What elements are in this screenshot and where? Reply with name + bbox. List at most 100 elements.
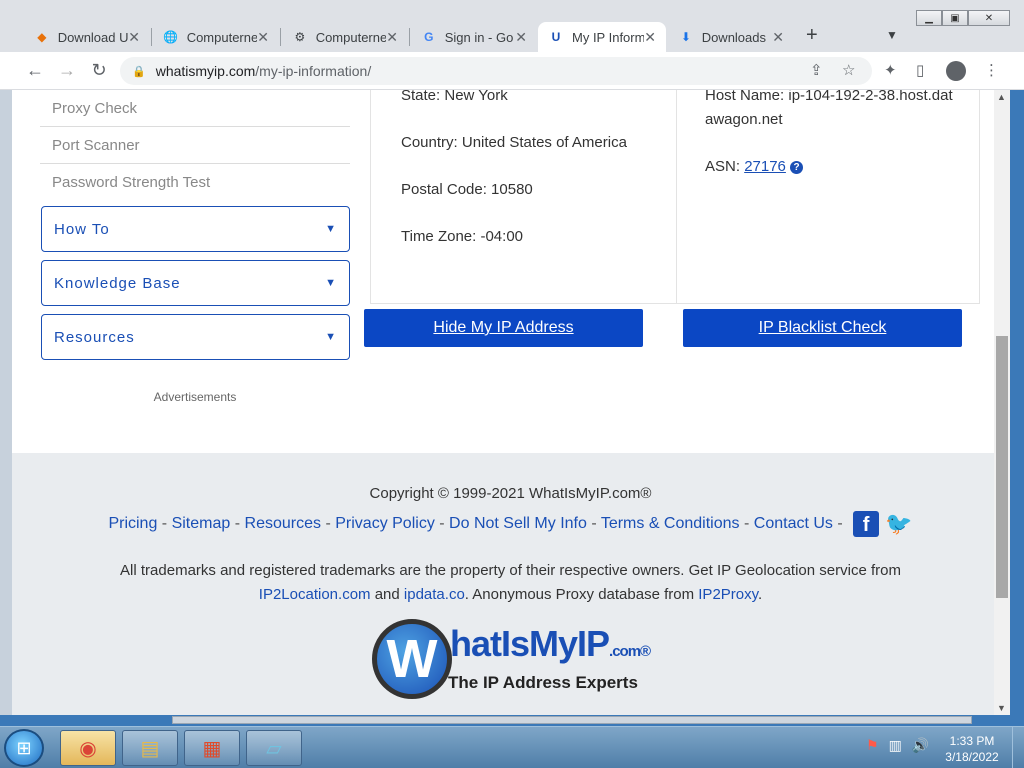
- kebab-menu-icon[interactable]: ⋮: [984, 61, 999, 79]
- legal-text: All trademarks and registered trademarks…: [72, 559, 949, 607]
- download-icon: ⬇: [680, 30, 691, 44]
- tab-title: Computerne: [315, 29, 387, 45]
- footer-link-contact[interactable]: Contact Us: [754, 515, 833, 532]
- sidebar-link-proxy-check[interactable]: Proxy Check: [40, 90, 350, 127]
- footer-link-pricing[interactable]: Pricing: [108, 515, 157, 532]
- advertisements-label: Advertisements: [153, 390, 237, 404]
- tab-download[interactable]: ◆ Download Ul ✕: [24, 22, 150, 52]
- maximize-button[interactable]: ▣: [942, 10, 968, 26]
- twitter-icon[interactable]: 🐦: [885, 511, 912, 537]
- footer-link-do-not-sell[interactable]: Do Not Sell My Info: [449, 515, 587, 532]
- hostname-value: Host Name: ip-104-192-2-38.host.datawago…: [705, 90, 953, 128]
- tab-my-ip-info[interactable]: U My IP Inform ✕: [538, 22, 666, 52]
- ip2proxy-link[interactable]: IP2Proxy: [698, 586, 758, 603]
- question-help-icon[interactable]: ?: [790, 160, 804, 174]
- dropdown-resources[interactable]: Resources ▼: [41, 314, 350, 360]
- address-bar[interactable]: 🔒 whatismyip.com /my-ip-information/ ⇪ ☆: [120, 57, 872, 85]
- taskbar-chrome[interactable]: ◉: [60, 730, 116, 766]
- asn-label: ASN:: [705, 158, 741, 175]
- sidebar-link-password-strength[interactable]: Password Strength Test: [40, 164, 350, 201]
- tab-title: Computerne: [186, 29, 258, 45]
- tab-separator: [280, 28, 281, 46]
- ip2location-link[interactable]: IP2Location.com: [259, 586, 371, 603]
- caret-down-icon: ▼: [325, 277, 337, 289]
- minimize-button[interactable]: ▁: [916, 10, 942, 26]
- lock-icon[interactable]: 🔒: [132, 65, 146, 78]
- sidebar-link-port-scanner[interactable]: Port Scanner: [40, 127, 350, 164]
- reload-icon[interactable]: ↻: [88, 60, 110, 81]
- close-tab-icon[interactable]: ✕: [644, 29, 656, 46]
- facebook-icon[interactable]: f: [853, 511, 880, 537]
- close-tab-icon[interactable]: ✕: [128, 29, 140, 46]
- share-icon[interactable]: ⇪: [810, 61, 823, 79]
- vertical-scrollbar[interactable]: ▲ ▼: [994, 90, 1010, 715]
- scroll-down-arrow-icon[interactable]: ▼: [997, 703, 1006, 713]
- tab-computerne-2[interactable]: ⚙ Computerne ✕: [282, 22, 408, 52]
- legal-middle: . Anonymous Proxy database from: [464, 586, 695, 603]
- scroll-up-arrow-icon[interactable]: ▲: [997, 92, 1006, 102]
- close-window-button[interactable]: ✕: [968, 10, 1010, 26]
- legal-and: and: [374, 586, 400, 603]
- dropdown-label: How To: [54, 220, 110, 238]
- close-tab-icon[interactable]: ✕: [515, 29, 527, 46]
- taskbar-app-3[interactable]: ▦: [184, 730, 240, 766]
- whatismyip-logo[interactable]: W hatIsMyIP.com® The IP Address Experts: [360, 611, 660, 703]
- tab-computerne-1[interactable]: 🌐 Computerne ✕: [153, 22, 279, 52]
- tab-google-signin[interactable]: G Sign in - Go ✕: [411, 22, 537, 52]
- new-tab-button[interactable]: +: [806, 24, 818, 47]
- close-tab-icon[interactable]: ✕: [772, 29, 784, 46]
- footer-links: Pricing - Sitemap - Resources - Privacy …: [108, 511, 913, 537]
- network-icon[interactable]: ▥: [889, 737, 902, 754]
- volume-icon[interactable]: 🔊: [912, 737, 929, 754]
- location-column: State: New York Country: United States o…: [401, 90, 661, 272]
- page-viewport: Proxy Check Port Scanner Password Streng…: [0, 90, 1009, 715]
- back-arrow-icon[interactable]: ←: [24, 60, 46, 81]
- ip-blacklist-check-button[interactable]: IP Blacklist Check: [683, 309, 962, 347]
- notepad-icon: ▱: [266, 737, 282, 760]
- window-controls: ▁ ▣ ✕: [916, 10, 1010, 26]
- asn-link[interactable]: 27176: [744, 158, 786, 175]
- footer-link-resources[interactable]: Resources: [245, 515, 321, 532]
- copyright-text: Copyright © 1999-2021 WhatIsMyIP.com®: [369, 485, 652, 502]
- forward-arrow-icon[interactable]: →: [56, 60, 78, 81]
- side-panel-icon[interactable]: ▯: [916, 61, 924, 79]
- scroll-thumb[interactable]: [996, 336, 1008, 598]
- footer-link-sitemap[interactable]: Sitemap: [172, 515, 231, 532]
- extensions-puzzle-icon[interactable]: ✦: [884, 61, 897, 79]
- ipdata-link[interactable]: ipdata.co: [404, 586, 465, 603]
- legal-prefix: All trademarks and registered trademarks…: [120, 562, 901, 579]
- browser-toolbar: ← → ↻ 🔒 whatismyip.com /my-ip-informatio…: [0, 52, 1024, 90]
- flag-alert-icon[interactable]: ⚑: [866, 737, 879, 754]
- horizontal-scrollbar[interactable]: [172, 716, 972, 724]
- tab-title: My IP Inform: [572, 29, 644, 45]
- footer-link-privacy[interactable]: Privacy Policy: [335, 515, 435, 532]
- taskbar-app-4[interactable]: ▱: [246, 730, 302, 766]
- dropdown-knowledge-base[interactable]: Knowledge Base ▼: [41, 260, 350, 306]
- chrome-icon: ◉: [79, 737, 97, 760]
- tab-search-chevron-icon[interactable]: ▼: [886, 28, 898, 42]
- show-desktop-button[interactable]: [1012, 727, 1024, 768]
- clock-time: 1:33 PM: [949, 734, 995, 748]
- system-clock[interactable]: 1:33 PM 3/18/2022: [944, 733, 1000, 765]
- asn-row: ASN: 27176 ?: [705, 155, 955, 179]
- footer-link-terms[interactable]: Terms & Conditions: [601, 515, 740, 532]
- google-icon: G: [424, 30, 434, 44]
- dropdown-how-to[interactable]: How To ▼: [41, 206, 350, 252]
- close-tab-icon[interactable]: ✕: [386, 29, 398, 46]
- tab-strip: ◆ Download Ul ✕ 🌐 Computerne ✕ ⚙ Compute…: [0, 0, 1024, 52]
- tab-downloads[interactable]: ⬇ Downloads ✕: [668, 22, 794, 52]
- desktop-edge: M: [0, 60, 10, 72]
- column-divider: [676, 90, 677, 304]
- close-tab-icon[interactable]: ✕: [257, 29, 269, 46]
- logo-wordmark: hatIsMyIP.com®: [450, 623, 651, 664]
- state-value: State: New York: [401, 90, 508, 104]
- taskbar-explorer[interactable]: ▤: [122, 730, 178, 766]
- bookmark-star-icon[interactable]: ☆: [842, 61, 855, 79]
- tab-title: Downloads: [701, 29, 767, 45]
- tab-separator: [151, 28, 152, 46]
- globe-icon: 🌐: [163, 30, 179, 44]
- hide-my-ip-button[interactable]: Hide My IP Address: [364, 309, 643, 347]
- legal-end: .: [758, 586, 763, 603]
- start-button[interactable]: ⊞: [4, 729, 44, 767]
- profile-avatar[interactable]: [946, 61, 966, 81]
